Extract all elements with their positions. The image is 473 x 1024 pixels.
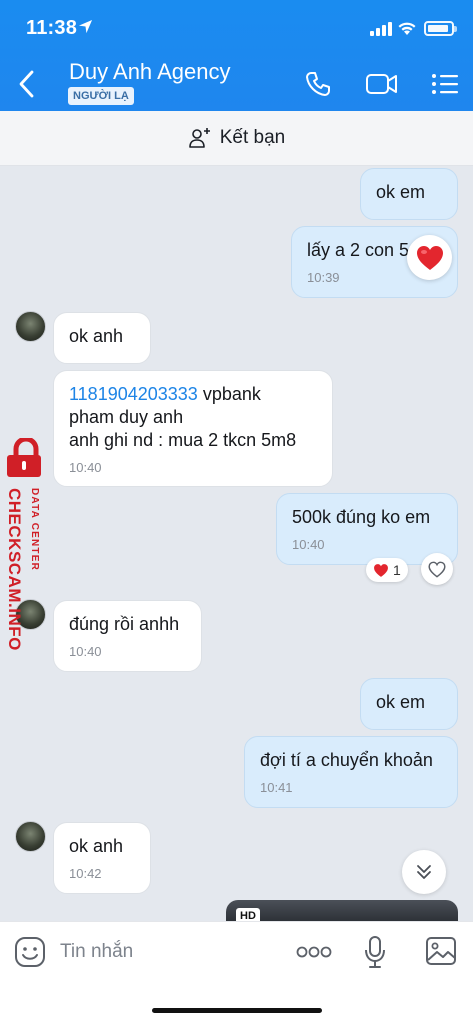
wifi-icon [398, 22, 416, 35]
message-bubble-outgoing[interactable]: ok em [360, 678, 458, 730]
message-bubble-incoming[interactable]: ok anh [53, 312, 151, 364]
chat-header: 11:38 Duy Anh Agency NGƯỜI LẠ [0, 0, 473, 111]
more-options-icon[interactable] [296, 946, 332, 958]
stranger-badge: NGƯỜI LẠ [68, 87, 134, 105]
reaction-count: 1 [393, 562, 401, 578]
heart-outline-icon [428, 561, 446, 578]
message-time: 10:40 [69, 644, 102, 659]
message-text: đúng rồi anhh [69, 614, 180, 634]
add-friend-label: Kết bạn [219, 127, 286, 148]
message-text: pham duy anh [69, 407, 184, 427]
message-text: ok em [376, 692, 426, 712]
add-user-icon [188, 128, 210, 148]
react-like-button[interactable] [421, 553, 453, 585]
double-chevron-down-icon [417, 865, 431, 879]
message-text: anh ghi nd : mua 2 tkcn 5m8 [69, 430, 297, 450]
phone-call-icon[interactable] [304, 70, 332, 98]
back-chevron-icon[interactable] [16, 70, 38, 98]
watermark-tagline: DATA CENTER [29, 488, 40, 572]
sticker-emoji-icon[interactable] [14, 936, 46, 968]
message-bubble-incoming[interactable]: đúng rồi anhh 10:40 [53, 600, 202, 672]
avatar[interactable] [15, 311, 46, 342]
cellular-signal-icon [370, 22, 392, 36]
battery-icon [424, 21, 457, 36]
message-time: 10:40 [292, 537, 325, 552]
status-time: 11:38 [26, 17, 78, 39]
message-text: ok em [376, 182, 426, 202]
message-input[interactable]: Tin nhắn [60, 941, 133, 963]
message-bubble-incoming[interactable]: 1181904203333 vpbank pham duy anh anh gh… [53, 370, 333, 487]
heart-icon [374, 563, 388, 577]
contact-name[interactable]: Duy Anh Agency [69, 59, 230, 85]
message-time: 10:42 [69, 866, 102, 881]
location-arrow-icon [78, 19, 93, 34]
message-text: ok anh [69, 836, 124, 856]
microphone-icon[interactable] [364, 935, 386, 969]
video-call-icon[interactable] [365, 70, 399, 98]
message-bubble-incoming[interactable]: ok anh 10:42 [53, 822, 151, 894]
menu-list-icon[interactable] [430, 70, 460, 98]
watermark-site: CHECKSCAM.INFO [5, 488, 24, 651]
message-bubble-outgoing[interactable]: đợi tí a chuyển khoản 10:41 [244, 736, 458, 808]
account-number-link[interactable]: 1181904203333 [69, 384, 198, 404]
image-gallery-icon[interactable] [425, 936, 457, 966]
message-text: lấy a 2 con 5 [307, 240, 410, 260]
checkscam-watermark: CHECKSCAM.INFO DATA CENTER [0, 438, 52, 668]
heart-icon [416, 245, 443, 270]
status-bar: 11:38 [0, 0, 473, 56]
message-time: 10:40 [69, 460, 102, 475]
message-text: 500k đúng ko em [292, 507, 431, 527]
message-text: vpbank [197, 384, 261, 404]
message-text: ok anh [69, 326, 124, 346]
avatar[interactable] [15, 821, 46, 852]
message-time: 10:41 [260, 780, 293, 795]
message-text: đợi tí a chuyển khoản [260, 750, 433, 770]
padlock-icon [7, 438, 41, 477]
add-friend-button[interactable]: Kết bạn [0, 111, 473, 166]
reaction-summary[interactable]: 1 [366, 558, 408, 582]
home-indicator [152, 1008, 322, 1013]
reaction-heart-button[interactable] [407, 235, 452, 280]
message-bubble-outgoing[interactable]: ok em [360, 168, 458, 220]
scroll-to-bottom-button[interactable] [402, 850, 446, 894]
media-thumbnail[interactable] [226, 900, 458, 922]
